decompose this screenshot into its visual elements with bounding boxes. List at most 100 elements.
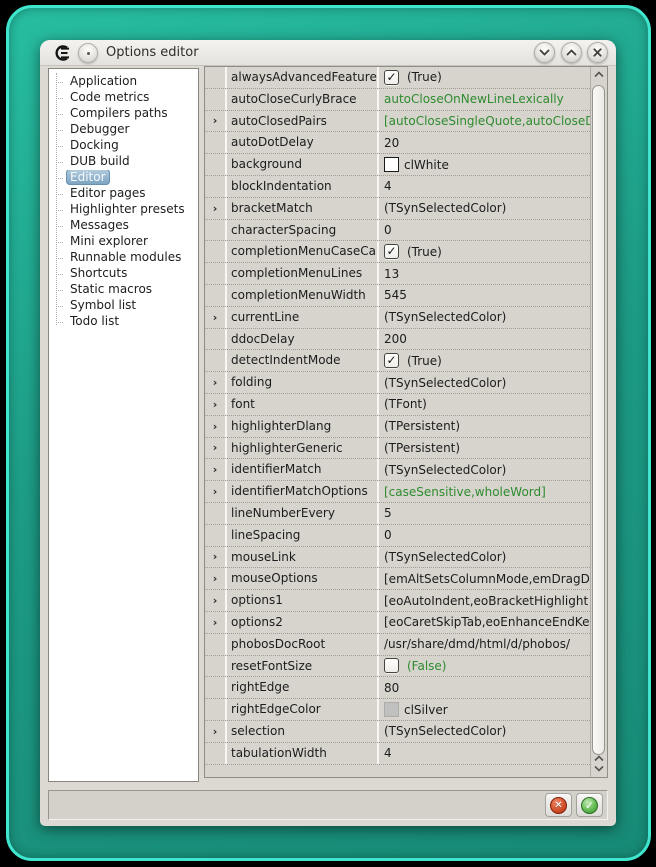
property-name[interactable]: alwaysAdvancedFeatures xyxy=(227,67,379,88)
cancel-button[interactable]: ✕ xyxy=(545,793,572,817)
property-name[interactable]: detectIndentMode xyxy=(227,350,379,371)
property-name[interactable]: autoClosedPairs xyxy=(227,111,379,132)
property-name[interactable]: highlighterDlang xyxy=(227,416,379,437)
sidebar-item[interactable]: Todo list xyxy=(49,314,198,330)
property-value[interactable]: ✓ (True) xyxy=(379,241,590,262)
property-value[interactable]: ✓ 5 xyxy=(379,503,590,524)
property-row[interactable]: › highlighterDlang ✓ (TPersistent) xyxy=(205,416,590,438)
checkbox[interactable]: ✓ xyxy=(384,353,399,368)
property-value[interactable]: ✓ (True) xyxy=(379,350,590,371)
sidebar-item[interactable]: DUB build xyxy=(49,154,198,170)
property-value[interactable]: ✓ (TPersistent) xyxy=(379,416,590,437)
property-name[interactable]: font xyxy=(227,394,379,415)
property-row[interactable]: › options2 ✓ [eoCaretSkipTab,eoEnhanceEn… xyxy=(205,612,590,634)
property-row[interactable]: › blockIndentation ✓ 4 xyxy=(205,176,590,198)
property-row[interactable]: › completionMenuCaseCare ✓ (True) xyxy=(205,241,590,263)
property-row[interactable]: › folding ✓ (TSynSelectedColor) xyxy=(205,372,590,394)
property-row[interactable]: › identifierMatchOptions ✓ [caseSensitiv… xyxy=(205,481,590,503)
property-name[interactable]: mouseOptions xyxy=(227,568,379,589)
property-value[interactable]: ✓ (TSynSelectedColor) xyxy=(379,372,590,393)
maximize-button[interactable] xyxy=(561,42,582,63)
property-name[interactable]: completionMenuLines xyxy=(227,263,379,284)
property-row[interactable]: › phobosDocRoot ✓ /usr/share/dmd/html/d/… xyxy=(205,634,590,656)
scrollbar-thumb[interactable] xyxy=(592,85,605,755)
expand-arrow-icon[interactable]: › xyxy=(213,551,218,562)
sidebar-item[interactable]: Static macros xyxy=(49,282,198,298)
sidebar-item[interactable]: Editor xyxy=(49,170,198,186)
property-row[interactable]: › autoDotDelay ✓ 20 xyxy=(205,132,590,154)
window-menu-button[interactable] xyxy=(78,43,98,63)
expand-arrow-icon[interactable]: › xyxy=(213,464,218,475)
property-row[interactable]: › rightEdgeColor ✓ clSilver xyxy=(205,699,590,721)
property-row[interactable]: › options1 ✓ [eoAutoIndent,eoBracketHigh… xyxy=(205,590,590,612)
sidebar-item[interactable]: Code metrics xyxy=(49,90,198,106)
property-value[interactable]: ✓ (TSynSelectedColor) xyxy=(379,307,590,328)
titlebar[interactable]: Options editor xyxy=(40,40,616,66)
expand-arrow-icon[interactable]: › xyxy=(213,312,218,323)
property-value[interactable]: ✓ (TSynSelectedColor) xyxy=(379,547,590,568)
property-row[interactable]: › autoCloseCurlyBrace ✓ autoCloseOnNewLi… xyxy=(205,89,590,111)
property-value[interactable]: ✓ 200 xyxy=(379,329,590,350)
expand-arrow-icon[interactable]: › xyxy=(213,617,218,628)
shade-button[interactable] xyxy=(534,42,555,63)
sidebar-item[interactable]: Docking xyxy=(49,138,198,154)
property-row[interactable]: › currentLine ✓ (TSynSelectedColor) xyxy=(205,307,590,329)
property-row[interactable]: › completionMenuLines ✓ 13 xyxy=(205,263,590,285)
property-row[interactable]: › font ✓ (TFont) xyxy=(205,394,590,416)
property-row[interactable]: › highlighterGeneric ✓ (TPersistent) xyxy=(205,438,590,460)
property-row[interactable]: › background ✓ clWhite xyxy=(205,154,590,176)
expand-arrow-icon[interactable]: › xyxy=(213,399,218,410)
expand-arrow-icon[interactable]: › xyxy=(213,726,218,737)
property-value[interactable]: ✓ 80 xyxy=(379,677,590,698)
accept-button[interactable]: ✓ xyxy=(576,793,603,817)
property-value[interactable]: ✓ 4 xyxy=(379,743,590,764)
property-name[interactable]: rightEdgeColor xyxy=(227,699,379,720)
property-row[interactable]: › alwaysAdvancedFeatures ✓ (True) xyxy=(205,67,590,89)
property-value[interactable]: ✓ [autoCloseSingleQuote,autoCloseD xyxy=(379,111,590,132)
property-value[interactable]: ✓ clSilver xyxy=(379,699,590,720)
property-row[interactable]: › tabulationWidth ✓ 4 xyxy=(205,743,590,765)
sidebar-item[interactable]: Highlighter presets xyxy=(49,202,198,218)
property-row[interactable]: › rightEdge ✓ 80 xyxy=(205,677,590,699)
property-name[interactable]: identifierMatch xyxy=(227,459,379,480)
property-name[interactable]: autoDotDelay xyxy=(227,132,379,153)
sidebar-item[interactable]: Shortcuts xyxy=(49,266,198,282)
property-row[interactable]: › lineSpacing ✓ 0 xyxy=(205,525,590,547)
property-name[interactable]: background xyxy=(227,154,379,175)
expand-arrow-icon[interactable]: › xyxy=(213,442,218,453)
property-value[interactable]: ✓ (TFont) xyxy=(379,394,590,415)
close-button[interactable] xyxy=(587,42,608,63)
property-row[interactable]: › characterSpacing ✓ 0 xyxy=(205,220,590,242)
property-value[interactable]: ✓ 0 xyxy=(379,220,590,241)
property-value[interactable]: ✓ (TSynSelectedColor) xyxy=(379,721,590,742)
property-row[interactable]: › autoClosedPairs ✓ [autoCloseSingleQuot… xyxy=(205,111,590,133)
property-value[interactable]: ✓ 545 xyxy=(379,285,590,306)
checkbox[interactable]: ✓ xyxy=(384,244,399,259)
property-row[interactable]: › completionMenuWidth ✓ 545 xyxy=(205,285,590,307)
property-value[interactable]: ✓ (False) xyxy=(379,656,590,677)
property-name[interactable]: tabulationWidth xyxy=(227,743,379,764)
property-name[interactable]: lineSpacing xyxy=(227,525,379,546)
scroll-up-icon[interactable] xyxy=(591,71,607,78)
checkbox[interactable]: ✓ xyxy=(384,658,399,673)
color-swatch[interactable] xyxy=(384,157,399,172)
sidebar-item[interactable]: Debugger xyxy=(49,122,198,138)
sidebar-item[interactable]: Messages xyxy=(49,218,198,234)
sidebar-item[interactable]: Application xyxy=(49,74,198,90)
property-value[interactable]: ✓ (TPersistent) xyxy=(379,438,590,459)
property-value[interactable]: ✓ 4 xyxy=(379,176,590,197)
sidebar-item[interactable]: Compilers paths xyxy=(49,106,198,122)
property-name[interactable]: folding xyxy=(227,372,379,393)
property-row[interactable]: › resetFontSize ✓ (False) xyxy=(205,656,590,678)
property-value[interactable]: ✓ clWhite xyxy=(379,154,590,175)
expand-arrow-icon[interactable]: › xyxy=(213,115,218,126)
property-row[interactable]: › lineNumberEvery ✓ 5 xyxy=(205,503,590,525)
scroll-up-icon[interactable] xyxy=(591,755,607,762)
property-value[interactable]: ✓ autoCloseOnNewLineLexically xyxy=(379,89,590,110)
property-value[interactable]: ✓ (TSynSelectedColor) xyxy=(379,459,590,480)
property-row[interactable]: › detectIndentMode ✓ (True) xyxy=(205,350,590,372)
property-value[interactable]: ✓ 13 xyxy=(379,263,590,284)
property-value[interactable]: ✓ 20 xyxy=(379,132,590,153)
vertical-scrollbar[interactable] xyxy=(590,67,607,777)
property-name[interactable]: completionMenuWidth xyxy=(227,285,379,306)
